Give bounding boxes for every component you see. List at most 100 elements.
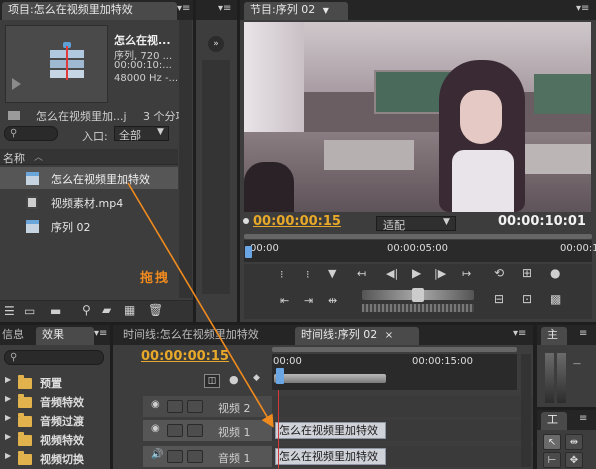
timeline-scrollbar[interactable] — [521, 354, 531, 467]
track-output-button[interactable] — [167, 450, 183, 463]
effects-folder-item[interactable]: ▶ 视频特效 — [0, 430, 110, 448]
timeline-current-time[interactable]: 00:00:00:15 — [141, 349, 229, 364]
lift-icon[interactable]: ⇤ — [280, 294, 289, 307]
mark-in-icon[interactable]: ⁝ — [280, 268, 284, 281]
panel-menu-icon[interactable]: ▾≡ — [218, 3, 231, 14]
tab-info[interactable]: 信息 — [0, 327, 32, 345]
list-item[interactable]: 序列 02 — [0, 215, 178, 237]
new-item-icon[interactable]: ▦ — [124, 303, 135, 317]
current-time[interactable]: 00:00:00:15 — [253, 214, 341, 229]
track-lock-button[interactable] — [187, 400, 203, 413]
expand-panel-button[interactable]: » — [208, 36, 224, 52]
extract-icon[interactable]: ⇥ — [304, 294, 313, 307]
mark-out-icon[interactable]: ⁝ — [306, 268, 310, 281]
go-to-in-icon[interactable]: ↤ — [357, 267, 366, 280]
track-header-video1[interactable]: ◉ 视频 1 — [143, 420, 272, 441]
entry-select[interactable]: 全部 ▼ — [114, 126, 169, 142]
track-header-video2[interactable]: ◉ 视频 2 — [143, 396, 272, 417]
ripple-tool-icon[interactable]: ⊢ — [543, 452, 561, 468]
side-scrollbar[interactable] — [202, 60, 230, 294]
icon-view-icon[interactable]: ▭ — [24, 304, 35, 318]
insert-icon[interactable]: ⊟ — [494, 292, 504, 306]
timeline-ruler[interactable]: 00:00 00:00:15:00 — [272, 354, 517, 390]
list-item[interactable]: 视频素材.mp4 — [0, 191, 178, 213]
video-frame[interactable] — [244, 22, 591, 212]
close-icon[interactable]: × — [385, 330, 393, 341]
step-back-icon[interactable]: ◀| — [386, 267, 398, 280]
trim-icon[interactable]: ⇹ — [328, 294, 337, 307]
vertical-scrollbar[interactable] — [179, 20, 192, 298]
effects-folder-item[interactable]: ▶ 预置 — [0, 373, 110, 391]
automate-icon[interactable]: ▬ — [50, 304, 61, 318]
program-monitor: 节目:序列 02 ▼ ▾≡ 00:00:00:15 适配 ▼ 00:00:10:… — [240, 0, 596, 322]
play-icon[interactable]: ▶ — [412, 266, 421, 280]
selection-tool-icon[interactable]: ↖ — [543, 434, 561, 450]
rolling-tool-icon[interactable]: ✥ — [565, 452, 583, 468]
track-lock-button[interactable] — [187, 450, 203, 463]
tab-project[interactable]: 项目:怎么在视频里加特效 — [2, 2, 177, 20]
effects-folder-item[interactable]: ▶ 音频过渡 — [0, 411, 110, 429]
effects-folder-item[interactable]: ▶ 视频切换 — [0, 449, 110, 467]
zoom-scrollbar[interactable] — [244, 234, 592, 239]
tab-timeline-1[interactable]: 时间线:怎么在视频里加特效 — [117, 327, 289, 345]
program-ruler[interactable]: 00:00 00:00:05:00 00:00:10 — [244, 240, 596, 262]
shuttle-handle[interactable] — [412, 288, 424, 302]
panel-menu-icon[interactable]: ▾≡ — [177, 3, 190, 14]
track-select-tool-icon[interactable]: ⇹ — [565, 434, 583, 450]
track-output-button[interactable] — [167, 424, 183, 437]
work-area-bar[interactable] — [274, 374, 386, 383]
clear-icon[interactable]: 🗑 — [148, 303, 163, 317]
tab-program[interactable]: 节目:序列 02 ▼ — [244, 2, 348, 20]
track-header-audio1[interactable]: 🔊 音频 1 — [143, 446, 272, 467]
jog-wheel[interactable] — [362, 304, 474, 312]
track-lane-video1[interactable]: 怎么在视频里加特效 — [272, 420, 533, 441]
overlay-icon[interactable]: ⊡ — [522, 292, 532, 306]
column-header[interactable]: 名称 ︿ — [0, 149, 178, 165]
snap-button[interactable]: ◫ — [204, 374, 220, 388]
find-icon[interactable]: ⚲ — [82, 303, 91, 317]
export-frame-icon[interactable]: ▩ — [550, 292, 561, 306]
loop-icon[interactable]: ⟲ — [494, 266, 504, 280]
effects-search-input[interactable]: ⚲ — [4, 350, 104, 365]
track-output-button[interactable] — [167, 400, 183, 413]
playhead-icon[interactable] — [276, 368, 284, 384]
marker-icon[interactable]: ● — [229, 373, 239, 386]
track-lock-button[interactable] — [187, 424, 203, 437]
tab-audio-master[interactable]: 主 — [541, 327, 567, 345]
add-marker-icon[interactable]: ▼ — [328, 267, 336, 280]
panel-menu-icon[interactable]: ▾≡ — [513, 328, 526, 339]
panel-menu-icon[interactable]: ▾≡ — [94, 328, 107, 339]
effects-folder-item[interactable]: ▶ 音频特效 — [0, 392, 110, 410]
track-lane-video2[interactable] — [272, 396, 533, 417]
track-lane-audio1[interactable]: 怎么在视频里加特效 — [272, 446, 533, 467]
timeline-clip-video[interactable]: 怎么在视频里加特效 — [275, 422, 386, 439]
fit-select[interactable]: 适配 ▼ — [376, 216, 456, 232]
panel-menu-icon[interactable]: ≡ — [579, 328, 587, 339]
panel-menu-icon[interactable]: ≡ — [579, 413, 587, 424]
go-to-out-icon[interactable]: ↦ — [462, 267, 471, 280]
step-forward-icon[interactable]: |▶ — [434, 267, 446, 280]
chevron-down-icon: ▼ — [157, 127, 164, 137]
playhead-icon[interactable] — [245, 246, 252, 258]
tab-tools[interactable]: 工 — [541, 412, 567, 430]
search-input[interactable]: ⚲ — [4, 126, 58, 141]
speaker-icon[interactable]: 🔊 — [151, 449, 163, 460]
panel-menu-icon[interactable]: ▾≡ — [576, 3, 589, 14]
safe-margins-icon[interactable]: ⊞ — [522, 266, 532, 280]
output-icon[interactable]: ● — [550, 266, 560, 280]
fit-select-value: 适配 — [383, 219, 405, 232]
eye-icon[interactable]: ◉ — [151, 423, 160, 434]
new-bin-icon[interactable]: ▰ — [102, 303, 111, 317]
eye-icon[interactable]: ◉ — [151, 399, 160, 410]
list-view-icon[interactable]: ☰ — [4, 304, 15, 318]
in-point-marker-icon[interactable] — [243, 218, 249, 224]
keyframe-icon[interactable]: ◆ — [253, 373, 260, 383]
timeline-clip-audio[interactable]: 怎么在视频里加特效 — [275, 448, 386, 465]
tab-timeline-2[interactable]: 时间线:序列 02 × — [295, 327, 419, 345]
clip-info-duration: 00:00:10:... — [114, 60, 172, 71]
list-item[interactable]: 怎么在视频里加特效 — [0, 167, 178, 189]
jog-shuttle-slider[interactable] — [362, 288, 474, 302]
tab-effects[interactable]: 效果 — [36, 327, 94, 345]
timeline-zoom-bar[interactable] — [272, 347, 517, 352]
play-thumbnail-icon[interactable] — [12, 78, 21, 90]
